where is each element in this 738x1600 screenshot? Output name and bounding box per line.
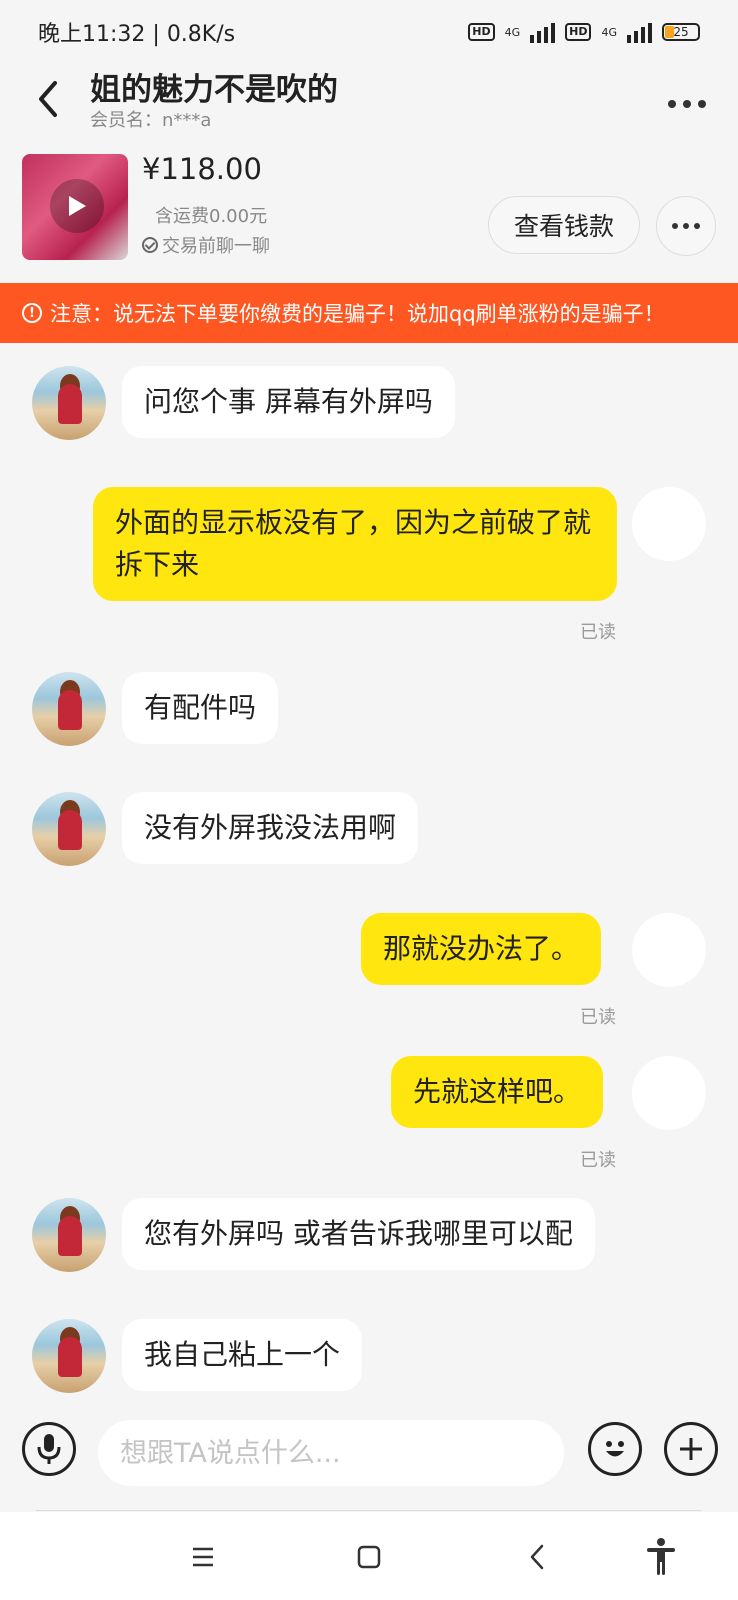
- menu-icon: [193, 1547, 213, 1567]
- accessibility-button[interactable]: [636, 1532, 686, 1582]
- view-payment-button[interactable]: 查看钱款: [488, 196, 640, 254]
- status-time: 晚上11:32: [38, 22, 146, 47]
- back-nav-button[interactable]: [512, 1532, 562, 1582]
- exclamation-icon: !: [22, 303, 42, 323]
- play-icon: [50, 179, 104, 233]
- message-bubble[interactable]: 没有外屏我没法用啊: [122, 792, 419, 864]
- contact-avatar[interactable]: [32, 1198, 106, 1272]
- message-input-bar: [0, 1400, 738, 1510]
- product-thumbnail[interactable]: [22, 154, 128, 260]
- read-status: 已读: [580, 622, 616, 643]
- plus-icon: [680, 1438, 702, 1460]
- chat-header: 姐的魅力不是吹的 会员名：n***a: [0, 64, 738, 144]
- accessibility-icon: [647, 1538, 675, 1575]
- message-bubble-self[interactable]: 外面的显示板没有了，因为之前破了就拆下来: [93, 487, 617, 601]
- message-bubble-self[interactable]: 那就没办法了。: [361, 913, 602, 985]
- chat-before-label: 交易前聊一聊: [162, 236, 270, 257]
- battery-icon: 25: [662, 23, 700, 41]
- read-status: 已读: [580, 1007, 616, 1028]
- product-price: ¥118.00: [142, 152, 262, 186]
- scam-warning-banner: ! 注意：说无法下单要你缴费的是骗子！说加qq刷单涨粉的是骗子！: [0, 283, 738, 343]
- status-right: HD 4G HD 4G 25: [468, 21, 700, 43]
- chevron-left-icon: [530, 1544, 544, 1570]
- status-bar: 晚上11:32 | 0.8K/s HD 4G HD 4G 25: [0, 0, 738, 64]
- check-circle-icon: [142, 237, 158, 253]
- product-more-button[interactable]: [656, 196, 716, 256]
- contact-avatar[interactable]: [32, 792, 106, 866]
- contact-avatar[interactable]: [32, 1319, 106, 1393]
- self-avatar[interactable]: [632, 913, 706, 987]
- home-nav-button[interactable]: [344, 1532, 394, 1582]
- message-bubble-self[interactable]: 先就这样吧。: [391, 1056, 604, 1128]
- network-type-2: 4G: [601, 25, 617, 39]
- signal-icon-2: [627, 21, 652, 43]
- smiley-icon: [606, 1441, 624, 1457]
- product-card: ¥118.00 含运费0.00元 交易前聊一聊 查看钱款: [0, 144, 738, 276]
- chevron-left-icon: [39, 81, 57, 117]
- status-left: 晚上11:32 | 0.8K/s: [38, 22, 236, 47]
- network-speed: 0.8K/s: [166, 22, 236, 47]
- back-button[interactable]: [28, 74, 68, 124]
- more-dots-icon: [668, 100, 676, 108]
- signal-icon: [530, 21, 556, 43]
- message-bubble[interactable]: 我自己粘上一个: [122, 1319, 363, 1391]
- emoji-button[interactable]: [588, 1422, 642, 1476]
- warning-text: 注意：说无法下单要你缴费的是骗子！说加qq刷单涨粉的是骗子！: [50, 302, 665, 326]
- system-nav-bar: [0, 1512, 738, 1600]
- more-dots-icon: [672, 223, 678, 229]
- message-bubble[interactable]: 有配件吗: [122, 672, 279, 744]
- microphone-icon: [37, 1434, 61, 1464]
- network-type: 4G: [504, 25, 521, 39]
- self-avatar[interactable]: [632, 1056, 706, 1130]
- self-avatar[interactable]: [632, 487, 706, 561]
- more-options-button[interactable]: [662, 84, 712, 124]
- contact-avatar[interactable]: [32, 366, 106, 440]
- hd-badge: HD: [468, 23, 495, 41]
- add-attachment-button[interactable]: [664, 1422, 718, 1476]
- square-icon: [357, 1545, 381, 1569]
- menu-nav-button[interactable]: [178, 1532, 228, 1582]
- divider: [36, 1510, 702, 1511]
- message-bubble[interactable]: 您有外屏吗 或者告诉我哪里可以配: [122, 1198, 595, 1270]
- page-title: 姐的魅力不是吹的: [90, 72, 338, 108]
- chat-before-trade: 交易前聊一聊: [142, 232, 270, 258]
- hd-badge-2: HD: [565, 23, 592, 41]
- read-status: 已读: [580, 1150, 616, 1171]
- member-name: 会员名：n***a: [90, 110, 212, 131]
- battery-level: 25: [673, 25, 689, 39]
- voice-button[interactable]: [22, 1422, 76, 1476]
- contact-avatar[interactable]: [32, 672, 106, 746]
- message-input[interactable]: [98, 1420, 564, 1486]
- shipping-fee: 含运费0.00元: [155, 206, 268, 227]
- message-bubble[interactable]: 问您个事 屏幕有外屏吗: [122, 366, 455, 438]
